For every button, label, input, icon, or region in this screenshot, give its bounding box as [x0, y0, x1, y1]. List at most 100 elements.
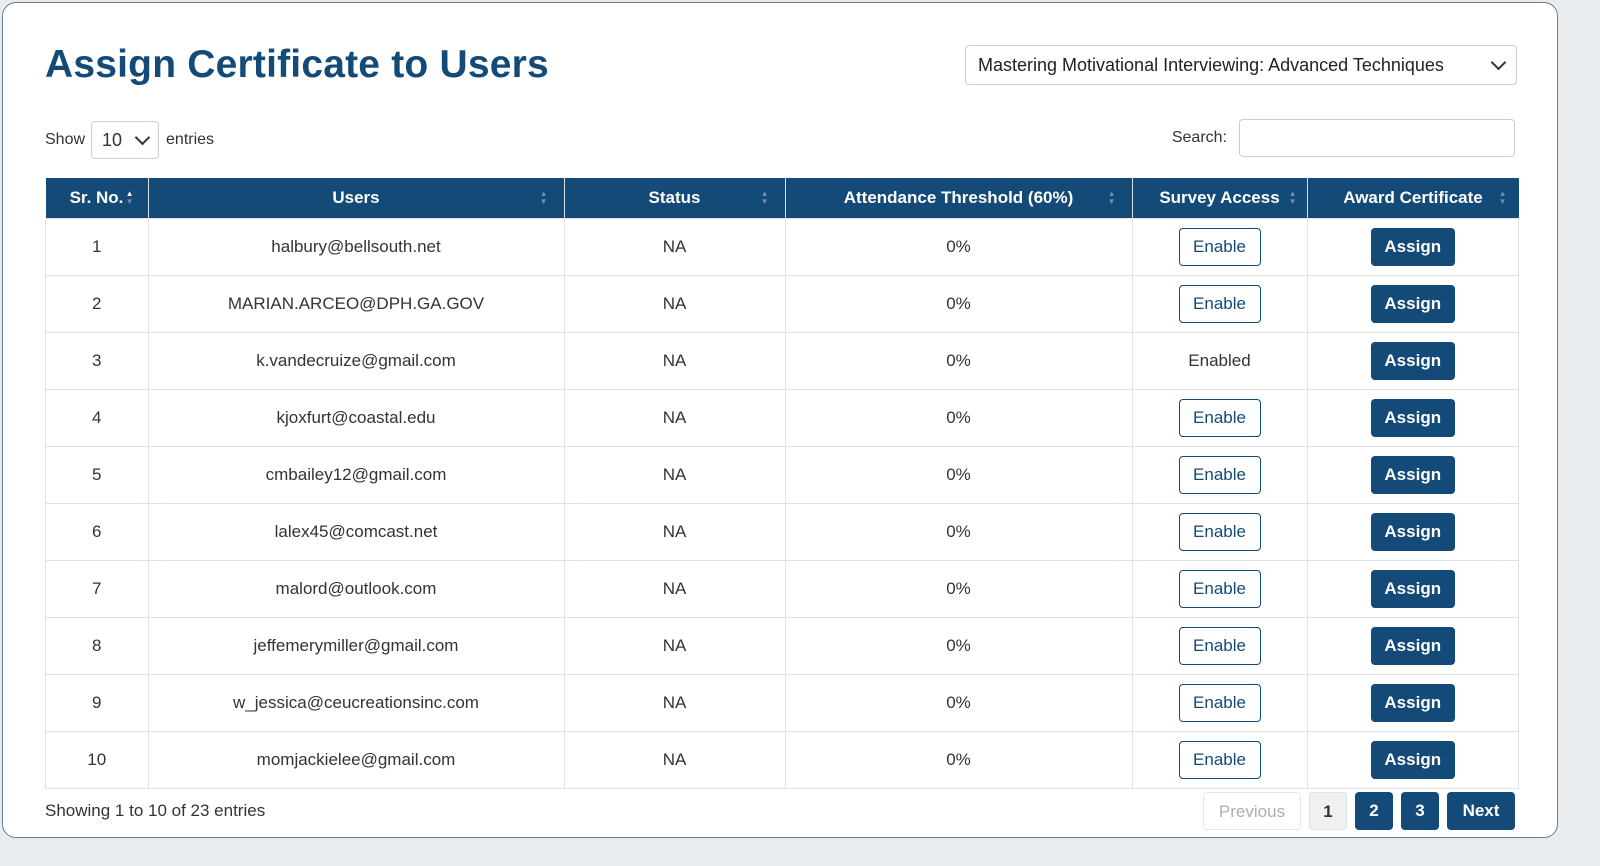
- cell-award-certificate: Assign: [1306, 674, 1519, 732]
- cell-survey-access: Enabled: [1131, 332, 1308, 390]
- cell-award-certificate: Assign: [1306, 389, 1519, 447]
- next-page-button[interactable]: Next: [1447, 792, 1515, 830]
- sort-arrows-icon: ▲ ▼: [760, 189, 769, 206]
- table-row: 6 lalex45@comcast.net NA 0% Enable Assign: [45, 503, 1519, 561]
- cell-status: NA: [563, 731, 786, 789]
- cell-survey-access: Enable: [1131, 446, 1308, 504]
- cell-award-certificate: Assign: [1306, 560, 1519, 618]
- cell-award-certificate: Assign: [1306, 275, 1519, 333]
- cell-status: NA: [563, 503, 786, 561]
- course-select-value: Mastering Motivational Interviewing: Adv…: [978, 54, 1444, 75]
- column-header-label: Users: [332, 188, 380, 207]
- cell-attendance: 0%: [784, 560, 1133, 618]
- cell-status: NA: [563, 332, 786, 390]
- table-row: 2 MARIAN.ARCEO@DPH.GA.GOV NA 0% Enable Assign: [45, 275, 1519, 333]
- enable-survey-button[interactable]: Enable: [1178, 627, 1261, 665]
- sort-arrows-icon: ▲ ▼: [1107, 189, 1116, 206]
- assign-certificate-button[interactable]: Assign: [1370, 684, 1455, 722]
- entries-per-page-value: 10: [102, 129, 123, 150]
- cell-sr-no: 8: [45, 617, 149, 675]
- cell-award-certificate: Assign: [1306, 446, 1519, 504]
- cell-attendance: 0%: [784, 389, 1133, 447]
- cell-attendance: 0%: [784, 503, 1133, 561]
- enable-survey-button[interactable]: Enable: [1178, 513, 1261, 551]
- enable-survey-button[interactable]: Enable: [1178, 456, 1261, 494]
- course-select[interactable]: Mastering Motivational Interviewing: Adv…: [965, 45, 1517, 85]
- column-header-label: Sr. No.: [69, 188, 124, 207]
- column-header-label: Award Certificate: [1343, 188, 1483, 207]
- cell-attendance: 0%: [784, 218, 1133, 276]
- table-row: 3 k.vandecruize@gmail.com NA 0% Enabled Assig…: [45, 332, 1519, 390]
- search-input[interactable]: [1239, 119, 1515, 157]
- page-1-button[interactable]: 1: [1309, 792, 1347, 830]
- assign-certificate-button[interactable]: Assign: [1370, 456, 1455, 494]
- cell-user-email: MARIAN.ARCEO@DPH.GA.GOV: [147, 275, 565, 333]
- assign-certificate-button[interactable]: Assign: [1370, 342, 1455, 380]
- cell-status: NA: [563, 617, 786, 675]
- enable-survey-button[interactable]: Enable: [1178, 399, 1261, 437]
- column-header-label: Status: [648, 188, 701, 207]
- cell-attendance: 0%: [784, 275, 1133, 333]
- cell-user-email: kjoxfurt@coastal.edu: [147, 389, 565, 447]
- cell-sr-no: 1: [45, 218, 149, 276]
- table-row: 7 malord@outlook.com NA 0% Enable Assign: [45, 560, 1519, 618]
- column-header-sr-no[interactable]: Sr. No. ▲ ▼: [45, 178, 149, 219]
- column-header-status[interactable]: Status ▲ ▼: [564, 178, 786, 219]
- enable-survey-button[interactable]: Enable: [1178, 684, 1261, 722]
- cell-survey-access: Enable: [1131, 617, 1308, 675]
- entries-per-page-select[interactable]: 10: [91, 121, 160, 159]
- cell-survey-access: Enable: [1131, 218, 1308, 276]
- cell-award-certificate: Assign: [1306, 731, 1519, 789]
- cell-status: NA: [563, 389, 786, 447]
- users-table: Sr. No. ▲ ▼ Users ▲ ▼ Status ▲ ▼ Attendance…: [45, 178, 1519, 789]
- table-row: 5 cmbailey12@gmail.com NA 0% Enable Assign: [45, 446, 1519, 504]
- assign-certificate-button[interactable]: Assign: [1370, 627, 1455, 665]
- sort-arrows-icon: ▲ ▼: [1288, 189, 1297, 206]
- cell-award-certificate: Assign: [1306, 332, 1519, 390]
- assign-certificate-button[interactable]: Assign: [1370, 228, 1455, 266]
- column-header-survey-access[interactable]: Survey Access ▲ ▼: [1132, 178, 1308, 219]
- cell-sr-no: 3: [45, 332, 149, 390]
- table-header-row: Sr. No. ▲ ▼ Users ▲ ▼ Status ▲ ▼ Attendance…: [45, 178, 1519, 219]
- cell-sr-no: 9: [45, 674, 149, 732]
- enable-survey-button[interactable]: Enable: [1178, 285, 1261, 323]
- cell-sr-no: 4: [45, 389, 149, 447]
- assign-certificate-button[interactable]: Assign: [1370, 570, 1455, 608]
- cell-survey-access: Enable: [1131, 731, 1308, 789]
- cell-user-email: cmbailey12@gmail.com: [147, 446, 565, 504]
- cell-attendance: 0%: [784, 446, 1133, 504]
- cell-award-certificate: Assign: [1306, 503, 1519, 561]
- cell-survey-access: Enable: [1131, 275, 1308, 333]
- assign-certificate-button[interactable]: Assign: [1370, 399, 1455, 437]
- cell-user-email: jeffemerymiller@gmail.com: [147, 617, 565, 675]
- enable-survey-button[interactable]: Enable: [1178, 570, 1261, 608]
- cell-sr-no: 5: [45, 446, 149, 504]
- cell-user-email: momjackielee@gmail.com: [147, 731, 565, 789]
- enable-survey-button[interactable]: Enable: [1178, 741, 1261, 779]
- sort-arrows-icon: ▲ ▼: [539, 189, 548, 206]
- table-info: Showing 1 to 10 of 23 entries: [45, 801, 266, 820]
- previous-page-button[interactable]: Previous: [1203, 792, 1301, 830]
- column-header-attendance-threshold[interactable]: Attendance Threshold (60%) ▲ ▼: [785, 178, 1133, 219]
- column-header-users[interactable]: Users ▲ ▼: [148, 178, 565, 219]
- column-header-award-certificate[interactable]: Award Certificate ▲ ▼: [1307, 178, 1519, 219]
- cell-attendance: 0%: [784, 617, 1133, 675]
- sort-arrows-icon: ▲ ▼: [125, 189, 134, 206]
- assign-certificate-button[interactable]: Assign: [1370, 513, 1455, 551]
- enable-survey-button[interactable]: Enable: [1178, 228, 1261, 266]
- cell-award-certificate: Assign: [1306, 218, 1519, 276]
- table-row: 1 halbury@bellsouth.net NA 0% Enable Assign: [45, 218, 1519, 276]
- show-label: Show: [45, 131, 86, 148]
- search-label: Search:: [1171, 129, 1227, 146]
- chevron-down-icon: [134, 129, 151, 146]
- cell-sr-no: 7: [45, 560, 149, 618]
- assign-certificate-button[interactable]: Assign: [1370, 285, 1455, 323]
- cell-status: NA: [563, 218, 786, 276]
- cell-attendance: 0%: [784, 674, 1133, 732]
- assign-certificate-button[interactable]: Assign: [1370, 741, 1455, 779]
- entries-length-control: Show 10 entries: [45, 121, 214, 159]
- pagination: Previous 1 2 3 Next: [1203, 792, 1515, 830]
- page-3-button[interactable]: 3: [1401, 792, 1439, 830]
- page-2-button[interactable]: 2: [1355, 792, 1393, 830]
- cell-attendance: 0%: [784, 332, 1133, 390]
